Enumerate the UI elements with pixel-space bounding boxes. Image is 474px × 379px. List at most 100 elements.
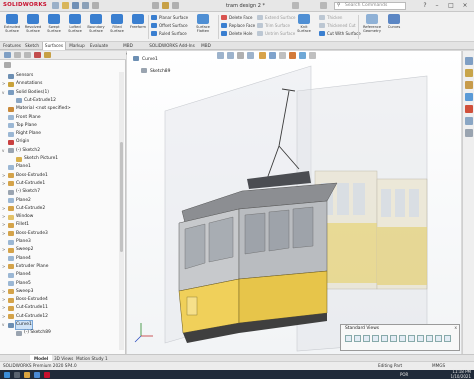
tree-item[interactable]: > Cut-Extrude1 [0,180,118,188]
lofted-surface-button[interactable]: Lofted Surface [65,14,85,40]
normal-to-icon[interactable] [426,335,433,342]
new-document-icon[interactable] [52,2,59,9]
tree-expander-icon[interactable]: > [2,313,5,321]
tree-expander-icon[interactable]: > [2,263,5,271]
tree-item[interactable]: Top Plane [0,122,118,130]
custom-properties-icon[interactable] [465,117,473,125]
delete-face-button[interactable]: Delete Face [220,14,252,21]
solidworks-taskbar-icon[interactable] [44,371,50,378]
view-settings-icon[interactable] [309,52,316,59]
trimetric-view-icon[interactable] [408,335,415,342]
tree-item[interactable]: Cut-Extrude12 [0,97,118,105]
tree-item[interactable]: Right Plane [0,130,118,138]
select-arrow-icon[interactable] [152,2,159,9]
reference-geometry-button[interactable]: Reference Geometry [360,14,384,40]
tree-expander-icon[interactable]: > [2,296,5,304]
file-explorer-taskbar-icon[interactable] [24,371,30,378]
tree-item[interactable]: Sensors [0,72,118,80]
tab-sketch[interactable]: Sketch [23,42,41,50]
extend-surface-button[interactable]: Extend Surface [256,14,296,21]
tree-expander-icon[interactable]: > [2,230,5,238]
tree-item[interactable]: Plane5 [0,280,118,288]
view-palette-icon[interactable] [465,93,473,101]
tree-expander-icon[interactable]: v [2,321,4,329]
tree-item[interactable]: > Cut-Extrude2 [0,205,118,213]
tab-surfaces[interactable]: Surfaces [42,42,66,50]
untrim-surface-button[interactable]: Untrim Surface [256,30,295,37]
feature-manager-icon[interactable] [4,52,11,58]
tree-item[interactable]: v Curve1 [0,320,118,330]
help-icon[interactable] [292,2,299,9]
planar-surface-button[interactable]: Planar Surface [150,14,188,21]
tree-item[interactable]: Plane3 [0,238,118,246]
filled-surface-button[interactable]: Filled Surface [107,14,127,40]
tree-expander-icon[interactable]: > [2,304,5,312]
tree-item[interactable]: > Boss-Extrude1 [0,172,118,180]
display-manager-icon[interactable] [44,52,51,58]
standard-views-close-icon[interactable]: x [454,326,457,331]
four-view-icon[interactable] [444,335,451,342]
tree-item[interactable]: Plane4 [0,271,118,279]
print-icon[interactable] [82,2,89,9]
replace-face-button[interactable]: Replace Face [220,22,255,29]
solidworks-forum-icon[interactable] [465,129,473,137]
options-gear-icon[interactable] [172,2,179,9]
freeform-button[interactable]: Freeform [128,14,148,40]
zoom-area-icon[interactable] [227,52,234,59]
save-icon[interactable] [72,2,79,9]
tree-item[interactable]: > Annotations [0,80,118,88]
hide-show-items-icon[interactable] [279,52,286,59]
tree-item[interactable]: Plane1 [0,163,118,171]
flyout-tree-sketch89[interactable]: Sketch89 [141,68,170,74]
tree-item[interactable]: > Boss-Extrude4 [0,296,118,304]
swept-surface-button[interactable]: Swept Surface [44,14,64,40]
zoom-to-fit-icon[interactable] [217,52,224,59]
filter-icon[interactable] [4,62,11,68]
tree-item[interactable]: > Extruder Plane [0,263,118,271]
help-menu-icon[interactable]: ? [420,2,430,10]
display-style-icon[interactable] [269,52,276,59]
tree-item[interactable]: Sketch Picture1 [0,155,118,163]
view-orientation-icon[interactable] [259,52,266,59]
tree-item[interactable]: Plane2 [0,197,118,205]
tree-expander-icon[interactable]: v [2,89,4,97]
dimetric-view-icon[interactable] [417,335,424,342]
boundary-surface-button[interactable]: Boundary Surface [86,14,106,40]
search-commands-input[interactable]: ⚲ Search Commands [334,2,406,10]
file-explorer-icon[interactable] [465,81,473,89]
tree-item[interactable]: > Fillet1 [0,221,118,229]
single-view-icon[interactable] [435,335,442,342]
top-view-icon[interactable] [381,335,388,342]
taskbar-search-icon[interactable] [14,371,20,378]
open-icon[interactable] [62,2,69,9]
tree-item[interactable]: (-) Sketch7 [0,188,118,196]
tree-expander-icon[interactable]: > [2,221,5,229]
tree-expander-icon[interactable]: > [2,288,5,296]
tree-item[interactable]: Material <not specified> [0,105,118,113]
minimize-button[interactable]: – [432,2,442,10]
thicken-button[interactable]: Thicken [318,14,342,21]
keyboard-language[interactable]: POR [400,372,408,377]
tree-expander-icon[interactable]: > [2,172,5,180]
graphics-area[interactable] [127,51,461,354]
design-library-icon[interactable] [465,69,473,77]
tree-expander-icon[interactable]: > [2,80,5,88]
tree-item[interactable]: Plane4 [0,255,118,263]
back-view-icon[interactable] [354,335,361,342]
flyout-tree-curve1[interactable]: Curve1 [133,56,158,62]
tree-item[interactable]: (-) Sketch89 [0,329,118,337]
tree-item[interactable]: v Solid Bodies(1) [0,89,118,97]
tab-solidworks-add-ins[interactable]: SOLIDWORKS Add-Ins [146,42,198,50]
knit-surface-button[interactable]: Knit Surface [294,14,314,40]
edit-appearance-icon[interactable] [289,52,296,59]
tab-features[interactable]: Features [2,42,22,50]
units-selector[interactable]: MMGS [432,362,445,370]
tree-expander-icon[interactable]: v [2,147,4,155]
solidworks-logo[interactable]: SOLIDWORKS [3,2,47,10]
tab-mbd-dimensions[interactable]: MBD Dimensions [111,42,145,56]
taskbar-clock[interactable]: 11:18 PM 1/10/2021 [450,369,471,379]
isometric-view-icon[interactable] [399,335,406,342]
rebuild-icon[interactable] [162,2,169,9]
extruded-surface-button[interactable]: Extruded Surface [2,14,22,40]
solidworks-resources-icon[interactable] [465,57,473,65]
